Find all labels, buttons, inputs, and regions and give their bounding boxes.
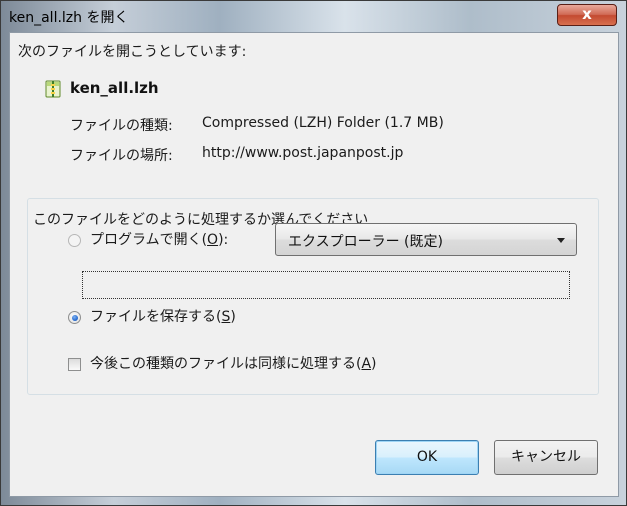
ok-button[interactable]: OK xyxy=(375,440,479,475)
open-with-label[interactable]: プログラムで開く(O): xyxy=(90,229,228,249)
file-type-value: Compressed (LZH) Folder (1.7 MB) xyxy=(202,115,444,131)
file-open-dialog: ken_all.lzh を開く x 次のファイルを開こうとしています: ken_… xyxy=(0,0,627,506)
cancel-button[interactable]: キャンセル xyxy=(494,440,598,475)
open-with-radio[interactable] xyxy=(68,234,81,247)
compressed-folder-icon xyxy=(45,80,61,98)
file-type-label: ファイルの種類: xyxy=(70,118,173,134)
save-file-focus-rect[interactable] xyxy=(82,271,570,299)
title-bar[interactable]: ken_all.lzh を開く x xyxy=(1,1,626,31)
save-file-radio[interactable] xyxy=(68,311,81,324)
save-file-label[interactable]: ファイルを保存する(S) xyxy=(90,306,236,326)
chevron-down-icon xyxy=(557,238,565,243)
file-location-label: ファイルの場所: xyxy=(70,148,173,164)
window-title: ken_all.lzh を開く xyxy=(9,10,129,26)
file-location-value: http://www.post.japanpost.jp xyxy=(202,145,404,161)
close-button[interactable]: x xyxy=(557,4,617,26)
program-select[interactable]: エクスプローラー (既定) xyxy=(275,223,577,256)
remember-choice-label[interactable]: 今後この種類のファイルは同様に処理する(A) xyxy=(90,353,377,373)
intro-text: 次のファイルを開こうとしています: xyxy=(18,44,247,60)
remember-choice-checkbox[interactable] xyxy=(68,358,81,371)
program-select-value: エクスプローラー (既定) xyxy=(288,234,443,250)
file-name: ken_all.lzh xyxy=(70,79,159,97)
